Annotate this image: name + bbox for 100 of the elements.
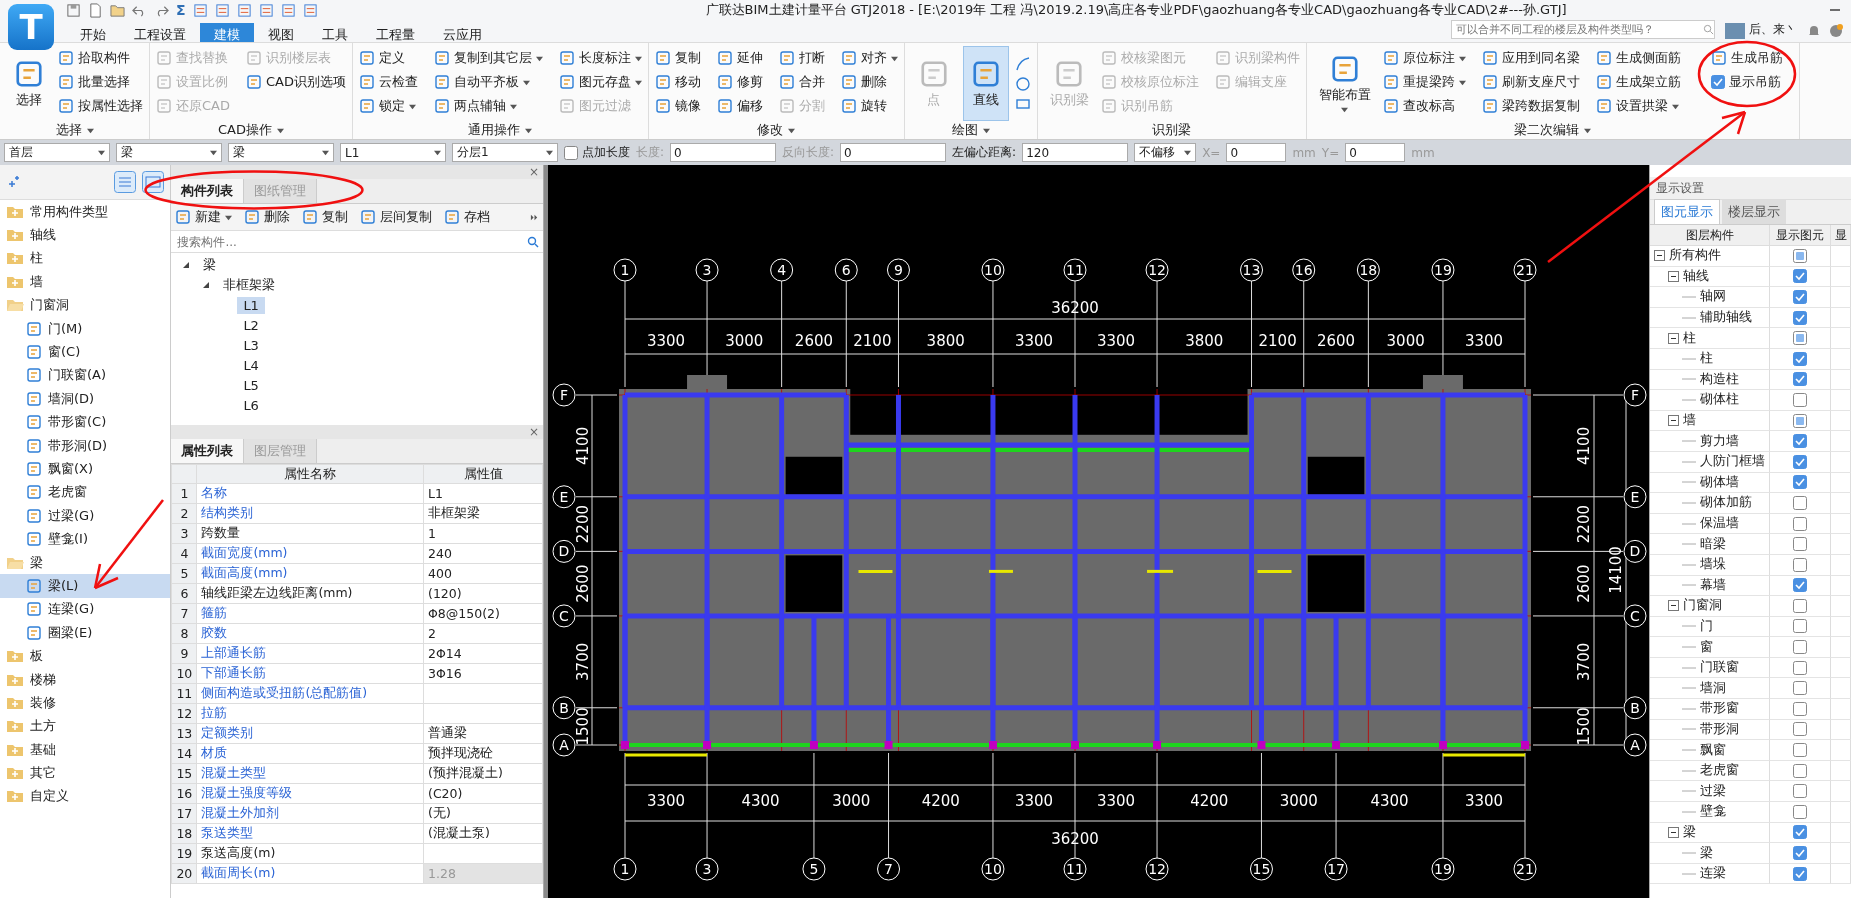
tree-item[interactable]: 梁	[197, 255, 223, 275]
document-icon[interactable]	[88, 2, 103, 18]
tree-item[interactable]: 非框架梁	[217, 275, 282, 295]
nav-item[interactable]: 门(M)	[0, 316, 171, 341]
ribbon-button[interactable]: 按属性选择	[58, 94, 143, 118]
checkbox[interactable]	[1793, 516, 1807, 531]
group-label[interactable]: 梁二次编辑	[1514, 121, 1592, 139]
dropdown[interactable]: 不偏移	[1134, 143, 1197, 162]
ribbon-button[interactable]: 复制到其它层	[433, 46, 543, 70]
menu-tab[interactable]: 云应用	[429, 23, 496, 42]
checkbox[interactable]	[1793, 434, 1807, 449]
ribbon-button[interactable]: 偏移	[716, 94, 763, 118]
nav-item[interactable]: 壁龛(I)	[0, 527, 171, 551]
ribbon-button[interactable]: 合并	[778, 70, 825, 94]
nav-item[interactable]: 飘窗(X)	[0, 457, 171, 481]
ribbon-button[interactable]: 设置拱梁	[1595, 94, 1681, 118]
ribbon-button[interactable]: 刷新支座尺寸	[1481, 70, 1580, 94]
checkbox[interactable]	[1793, 846, 1807, 860]
checkbox[interactable]	[1793, 619, 1807, 634]
ribbon-button[interactable]: 定义	[358, 46, 418, 70]
property-value[interactable]: 2Φ14	[423, 643, 543, 664]
ribbon-button[interactable]: 修剪	[716, 70, 763, 94]
ribbon-button[interactable]: 智能布置	[1312, 46, 1377, 121]
checkbox[interactable]	[1793, 331, 1807, 346]
user-name[interactable]: 后、来丶	[1749, 21, 1797, 38]
toolbar-icon[interactable]	[214, 2, 230, 18]
nav-item[interactable]: 过梁(G)	[0, 504, 171, 528]
checkbox[interactable]	[1793, 701, 1807, 716]
checkbox[interactable]	[1793, 269, 1807, 284]
panel-tab[interactable]: 图元显示	[1654, 199, 1720, 224]
input-field[interactable]: 120	[1022, 143, 1129, 162]
toolbar-icon[interactable]	[258, 2, 274, 18]
nav-item[interactable]: 窗(C)	[0, 340, 171, 364]
ribbon-button[interactable]: CAD识别选项	[246, 70, 346, 94]
chat-icon[interactable]	[1829, 24, 1843, 38]
tree-item[interactable]: L2	[237, 316, 265, 334]
sum-button[interactable]: Σ	[176, 2, 186, 18]
toolbar-button[interactable]: 新建	[175, 208, 233, 226]
checkbox[interactable]	[1793, 310, 1807, 325]
toolbar-icon[interactable]	[302, 2, 318, 18]
dropdown[interactable]: 梁	[116, 143, 222, 162]
ribbon-button[interactable]: 锁定	[358, 94, 418, 118]
tree-item[interactable]: L6	[237, 396, 265, 414]
folder-icon[interactable]	[110, 2, 125, 18]
checkbox[interactable]	[1793, 598, 1807, 613]
toolbar-button[interactable]: 复制	[302, 208, 349, 226]
close-icon[interactable]: ×	[528, 165, 539, 179]
ribbon-button[interactable]: 对齐	[840, 46, 898, 70]
tree-item[interactable]: L4	[237, 356, 265, 374]
property-value[interactable]: 非框架梁	[423, 503, 543, 524]
ribbon-button[interactable]: 云检查	[358, 70, 418, 94]
ribbon-button[interactable]: 移动	[654, 70, 701, 94]
nav-category[interactable]: 其它	[30, 764, 56, 783]
nav-item[interactable]: 门联窗(A)	[0, 363, 171, 388]
ribbon-button[interactable]: 查改标高	[1382, 94, 1466, 118]
ribbon-button[interactable]: 镜像	[654, 94, 701, 118]
ribbon-button[interactable]: 延伸	[716, 46, 763, 70]
nav-category[interactable]: 自定义	[30, 787, 69, 806]
toolbar-icon[interactable]	[280, 2, 296, 18]
property-value[interactable]: Φ8@150(2)	[423, 603, 543, 624]
ribbon-button[interactable]: 重提梁跨	[1382, 70, 1466, 94]
sparkle-icon[interactable]	[6, 175, 20, 189]
collapse-icon[interactable]	[1668, 415, 1679, 427]
list-view-icon[interactable]	[114, 171, 137, 193]
panel-tab[interactable]: 属性列表	[171, 439, 245, 463]
checkbox[interactable]	[1793, 454, 1807, 469]
nav-item[interactable]: 墙洞(D)	[0, 387, 171, 411]
dropdown[interactable]: 梁	[228, 143, 334, 162]
property-value[interactable]: (120)	[423, 583, 543, 604]
checkbox[interactable]	[1793, 495, 1807, 510]
tree-item[interactable]: L1	[237, 296, 265, 314]
checkbox[interactable]	[1793, 763, 1807, 778]
ribbon-button[interactable]: 图元存盘	[558, 70, 642, 94]
checkbox[interactable]	[1793, 660, 1807, 675]
ribbon-button[interactable]: 应用到同名梁	[1481, 46, 1580, 70]
nav-item[interactable]: 连梁(G)	[0, 597, 171, 622]
group-label[interactable]: 选择	[55, 121, 94, 139]
ribbon-button[interactable]: 直线	[962, 46, 1009, 121]
nav-category[interactable]: 柱	[30, 249, 43, 268]
nav-category[interactable]: 楼梯	[30, 670, 56, 689]
ribbon-button[interactable]: 删除	[840, 70, 898, 94]
bell-icon[interactable]	[1807, 24, 1821, 38]
panel-tab[interactable]: 构件列表	[171, 179, 245, 203]
dropdown[interactable]: L1	[340, 143, 446, 162]
checkbox[interactable]	[1793, 537, 1807, 552]
tree-item[interactable]: L3	[237, 336, 265, 354]
ribbon-button[interactable]: 原位标注	[1382, 46, 1466, 70]
property-value[interactable]: L1	[423, 483, 543, 504]
menu-tab[interactable]: 工程设置	[120, 23, 200, 42]
checkbox[interactable]	[1793, 825, 1807, 840]
panel-tab[interactable]: 楼层显示	[1722, 200, 1786, 224]
group-label[interactable]: CAD操作	[218, 121, 284, 139]
menu-tab[interactable]: 工程量	[362, 23, 429, 42]
nav-item[interactable]: 梁(L)	[0, 574, 171, 598]
nav-category[interactable]: 常用构件类型	[30, 202, 108, 221]
nav-item[interactable]: 老虎窗	[0, 480, 171, 505]
collapse-icon[interactable]	[1668, 332, 1679, 344]
menu-tab[interactable]: 开始	[66, 23, 120, 42]
ribbon-button[interactable]: 打断	[778, 46, 825, 70]
dropdown[interactable]: 首层	[4, 143, 110, 162]
